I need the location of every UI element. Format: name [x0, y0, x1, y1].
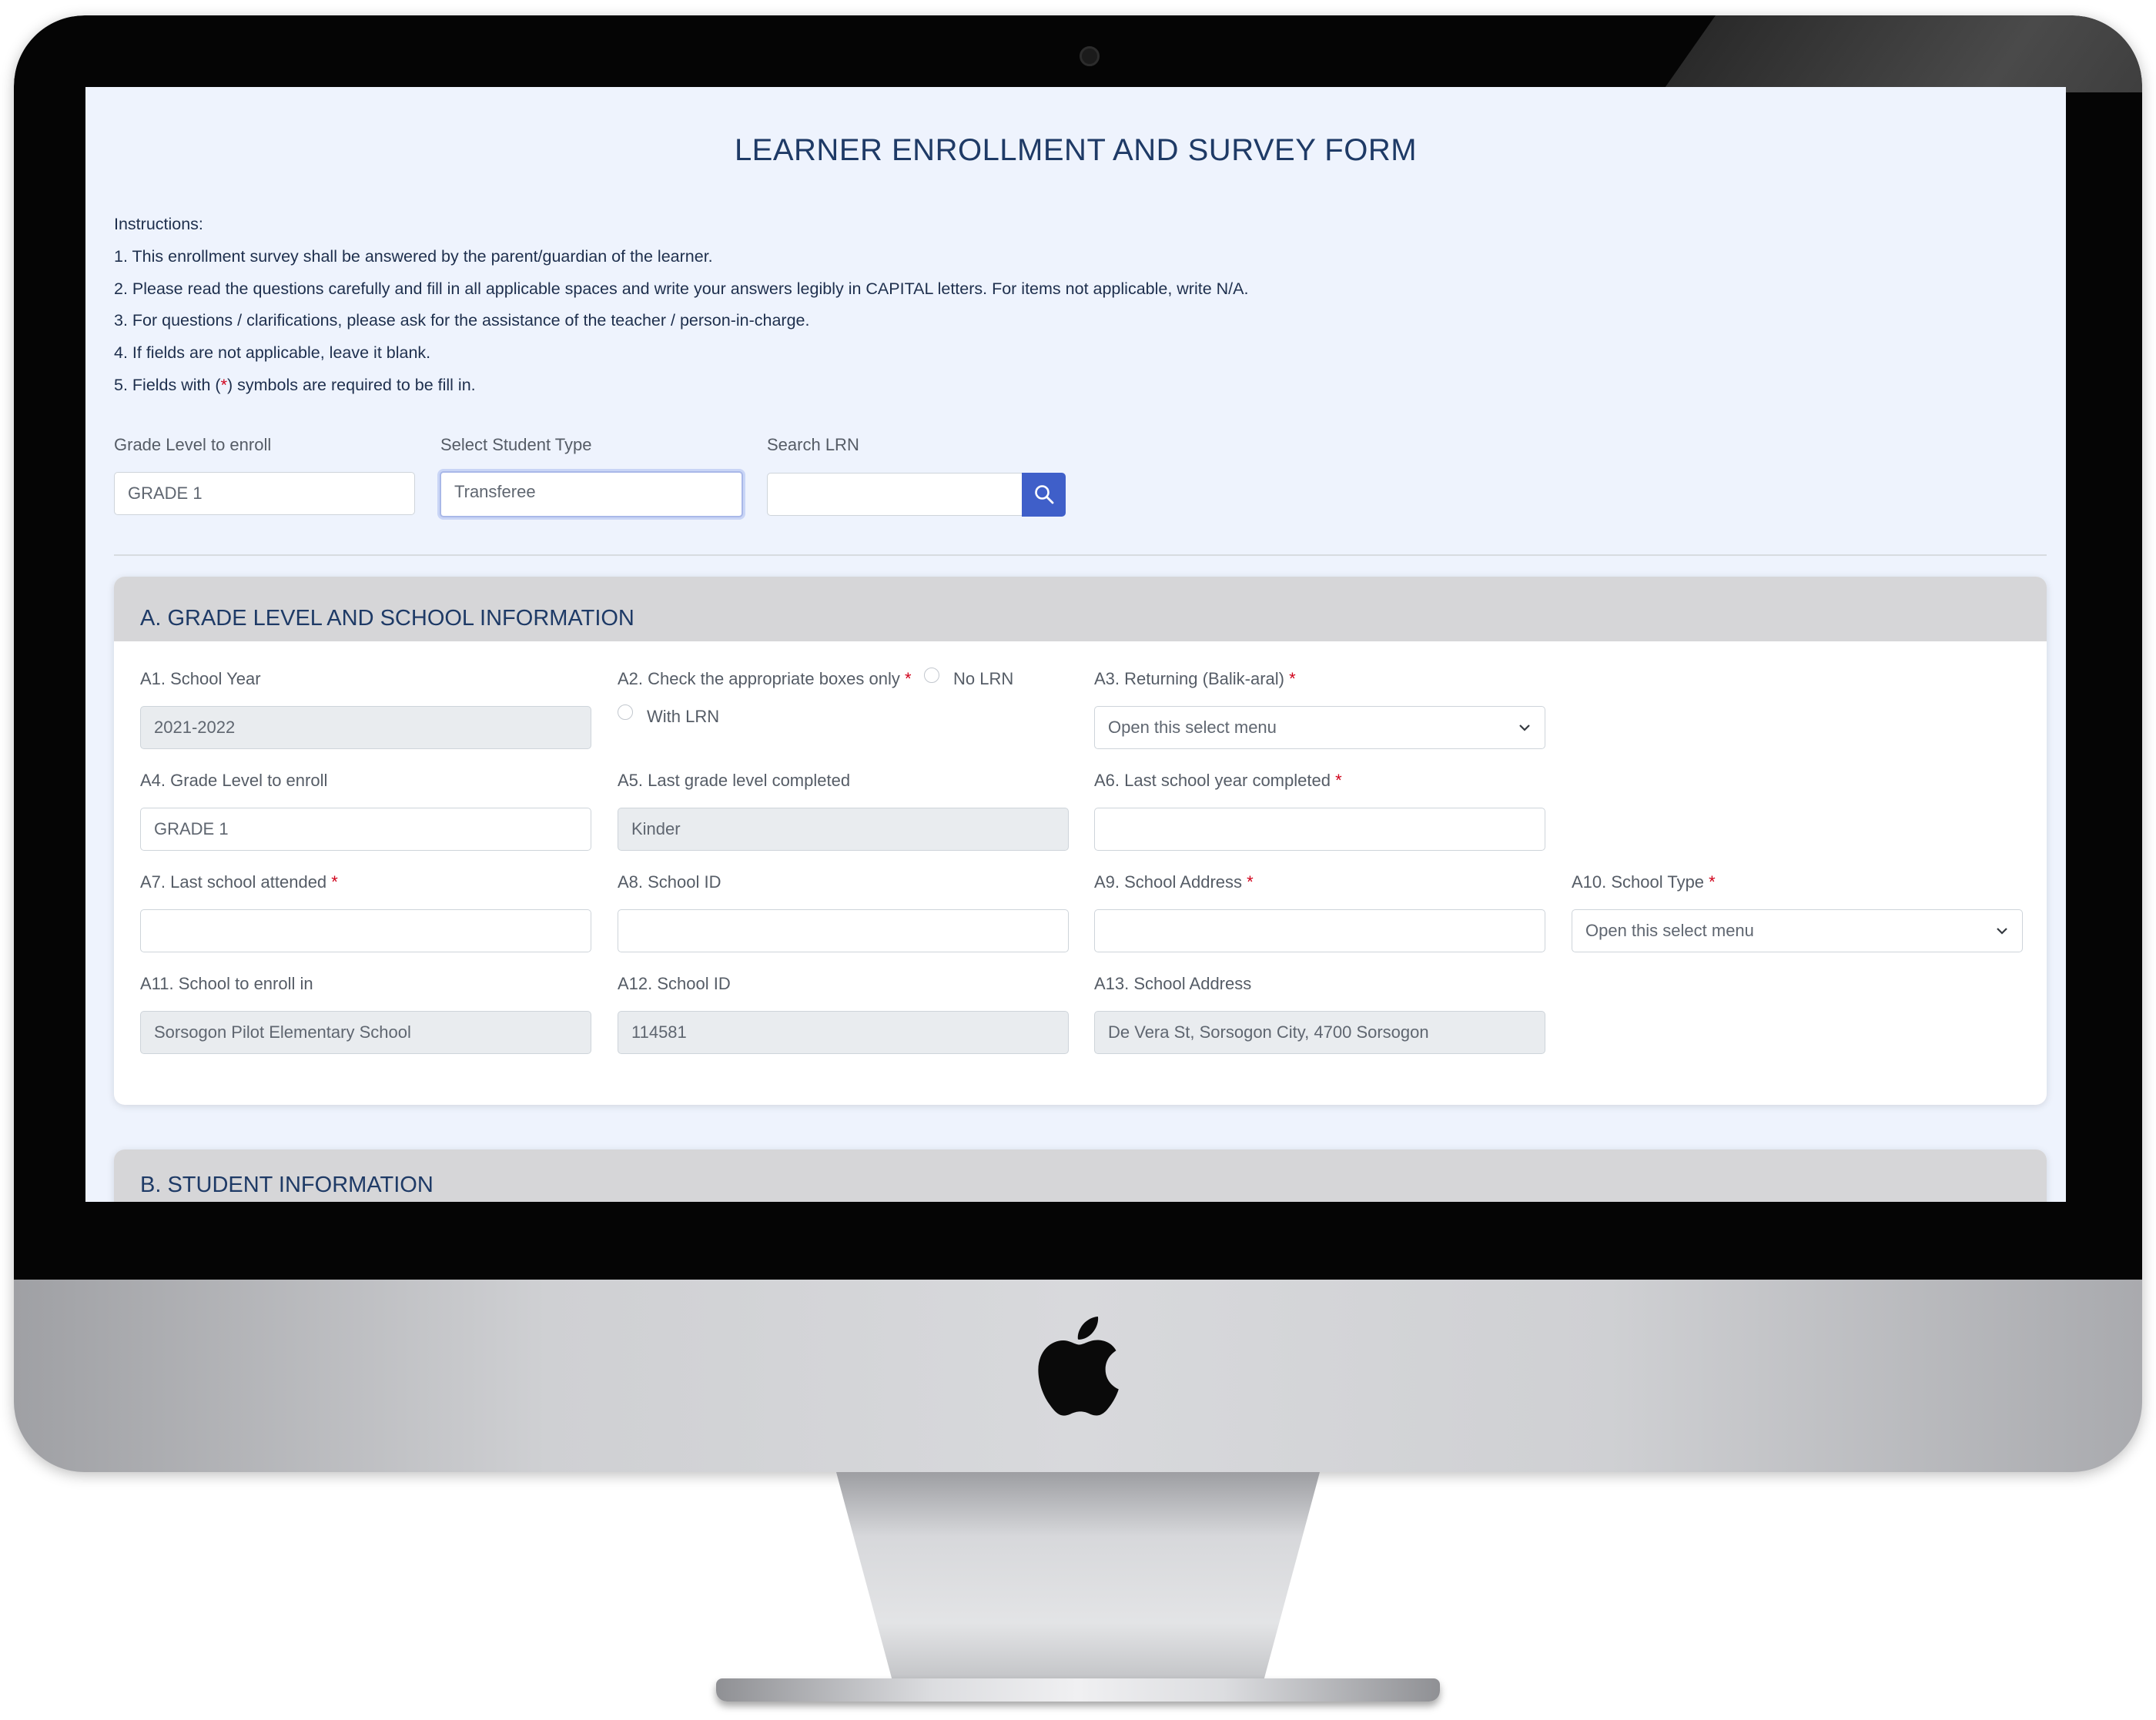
apple-logo-icon [1038, 1317, 1119, 1416]
student-type-select[interactable]: Transferee [440, 471, 743, 517]
instructions: Instructions: 1. This enrollment survey … [114, 209, 1248, 402]
instruction-item: 4. If fields are not applicable, leave i… [114, 343, 431, 363]
a13-label: A13. School Address [1094, 974, 1252, 993]
a9-label-text: A9. School Address [1094, 872, 1243, 892]
required-asterisk: * [220, 375, 227, 394]
school-year-field[interactable]: 2021-2022 [140, 706, 591, 749]
search-icon [1035, 485, 1054, 504]
a10-label: A10. School Type * [1572, 872, 1716, 892]
section-a-title: A. GRADE LEVEL AND SCHOOL INFORMATION [114, 577, 2047, 641]
bezel-glare [1661, 15, 2142, 92]
instruction-item: 1. This enrollment survey shall be answe… [114, 246, 713, 266]
search-lrn-label: Search LRN [767, 435, 859, 454]
school-to-enroll-field[interactable]: Sorsogon Pilot Elementary School [140, 1011, 591, 1054]
with-lrn-radio[interactable] [618, 704, 633, 720]
required-asterisk: * [331, 872, 338, 892]
a3-label: A3. Returning (Balik-aral) * [1094, 669, 1296, 689]
a6-label: A6. Last school year completed * [1094, 771, 1342, 791]
grade-level-enroll-field[interactable]: GRADE 1 [140, 808, 591, 851]
a5-label: A5. Last grade level completed [618, 771, 851, 790]
a7-label-text: A7. Last school attended [140, 872, 327, 892]
instructions-heading: Instructions: [114, 215, 203, 233]
enroll-school-id-field[interactable]: 114581 [618, 1011, 1069, 1054]
instruction-item: 2. Please read the questions carefully a… [114, 279, 1249, 298]
no-lrn-radio[interactable] [924, 668, 939, 683]
a11-label: A11. School to enroll in [140, 974, 313, 993]
last-school-attended-field[interactable] [140, 909, 591, 952]
required-asterisk: * [1247, 872, 1254, 892]
student-type-label: Select Student Type [440, 435, 592, 454]
a6-label-text: A6. Last school year completed [1094, 771, 1331, 790]
returning-select[interactable]: Open this select menu [1094, 706, 1545, 749]
instruction-text: ) symbols are required to be fill in. [226, 375, 476, 394]
chevron-down-icon [1997, 928, 2007, 935]
a2-label-text: A2. Check the appropriate boxes only [618, 669, 900, 688]
grade-level-label: Grade Level to enroll [114, 435, 272, 454]
search-lrn-input[interactable] [767, 473, 1023, 516]
last-school-year-field[interactable] [1094, 808, 1545, 851]
school-type-select[interactable]: Open this select menu [1572, 909, 2023, 952]
with-lrn-label: With LRN [647, 707, 720, 726]
required-asterisk: * [1289, 669, 1296, 688]
section-b-card: B. STUDENT INFORMATION [114, 1149, 2047, 1202]
divider [114, 554, 2047, 556]
a3-label-text: A3. Returning (Balik-aral) [1094, 669, 1284, 688]
a7-label: A7. Last school attended * [140, 872, 338, 892]
a9-label: A9. School Address * [1094, 872, 1254, 892]
required-asterisk: * [1335, 771, 1342, 790]
search-lrn-button[interactable] [1022, 473, 1066, 517]
required-asterisk: * [1709, 872, 1716, 892]
grade-level-input[interactable]: GRADE 1 [114, 472, 415, 515]
a2-label: A2. Check the appropriate boxes only * [618, 669, 912, 689]
last-grade-field[interactable]: Kinder [618, 808, 1069, 851]
enroll-school-address-field[interactable]: De Vera St, Sorsogon City, 4700 Sorsogon [1094, 1011, 1545, 1054]
instruction-item: 5. Fields with (*) symbols are required … [114, 370, 1248, 402]
a1-label: A1. School Year [140, 669, 261, 688]
school-type-select-value: Open this select menu [1585, 921, 1754, 940]
page-title: LEARNER ENROLLMENT AND SURVEY FORM [734, 133, 1418, 167]
returning-select-value: Open this select menu [1108, 718, 1277, 737]
imac-stand [836, 1472, 1320, 1688]
a12-label: A12. School ID [618, 974, 731, 993]
section-b-title: B. STUDENT INFORMATION [114, 1149, 2047, 1202]
camera-icon [1080, 46, 1100, 66]
a10-label-text: A10. School Type [1572, 872, 1705, 892]
screen: LEARNER ENROLLMENT AND SURVEY FORM Instr… [85, 87, 2066, 1202]
imac-stand-base [716, 1678, 1440, 1702]
chevron-down-icon [1519, 724, 1530, 731]
school-address-field[interactable] [1094, 909, 1545, 952]
a4-label: A4. Grade Level to enroll [140, 771, 328, 790]
instruction-item: 3. For questions / clarifications, pleas… [114, 311, 810, 330]
instruction-text: 5. Fields with ( [114, 375, 221, 394]
no-lrn-label: No LRN [953, 669, 1014, 688]
a8-label: A8. School ID [618, 872, 721, 892]
required-asterisk: * [905, 669, 912, 688]
section-a-card: A. GRADE LEVEL AND SCHOOL INFORMATION A1… [114, 577, 2047, 1105]
school-id-field[interactable] [618, 909, 1069, 952]
